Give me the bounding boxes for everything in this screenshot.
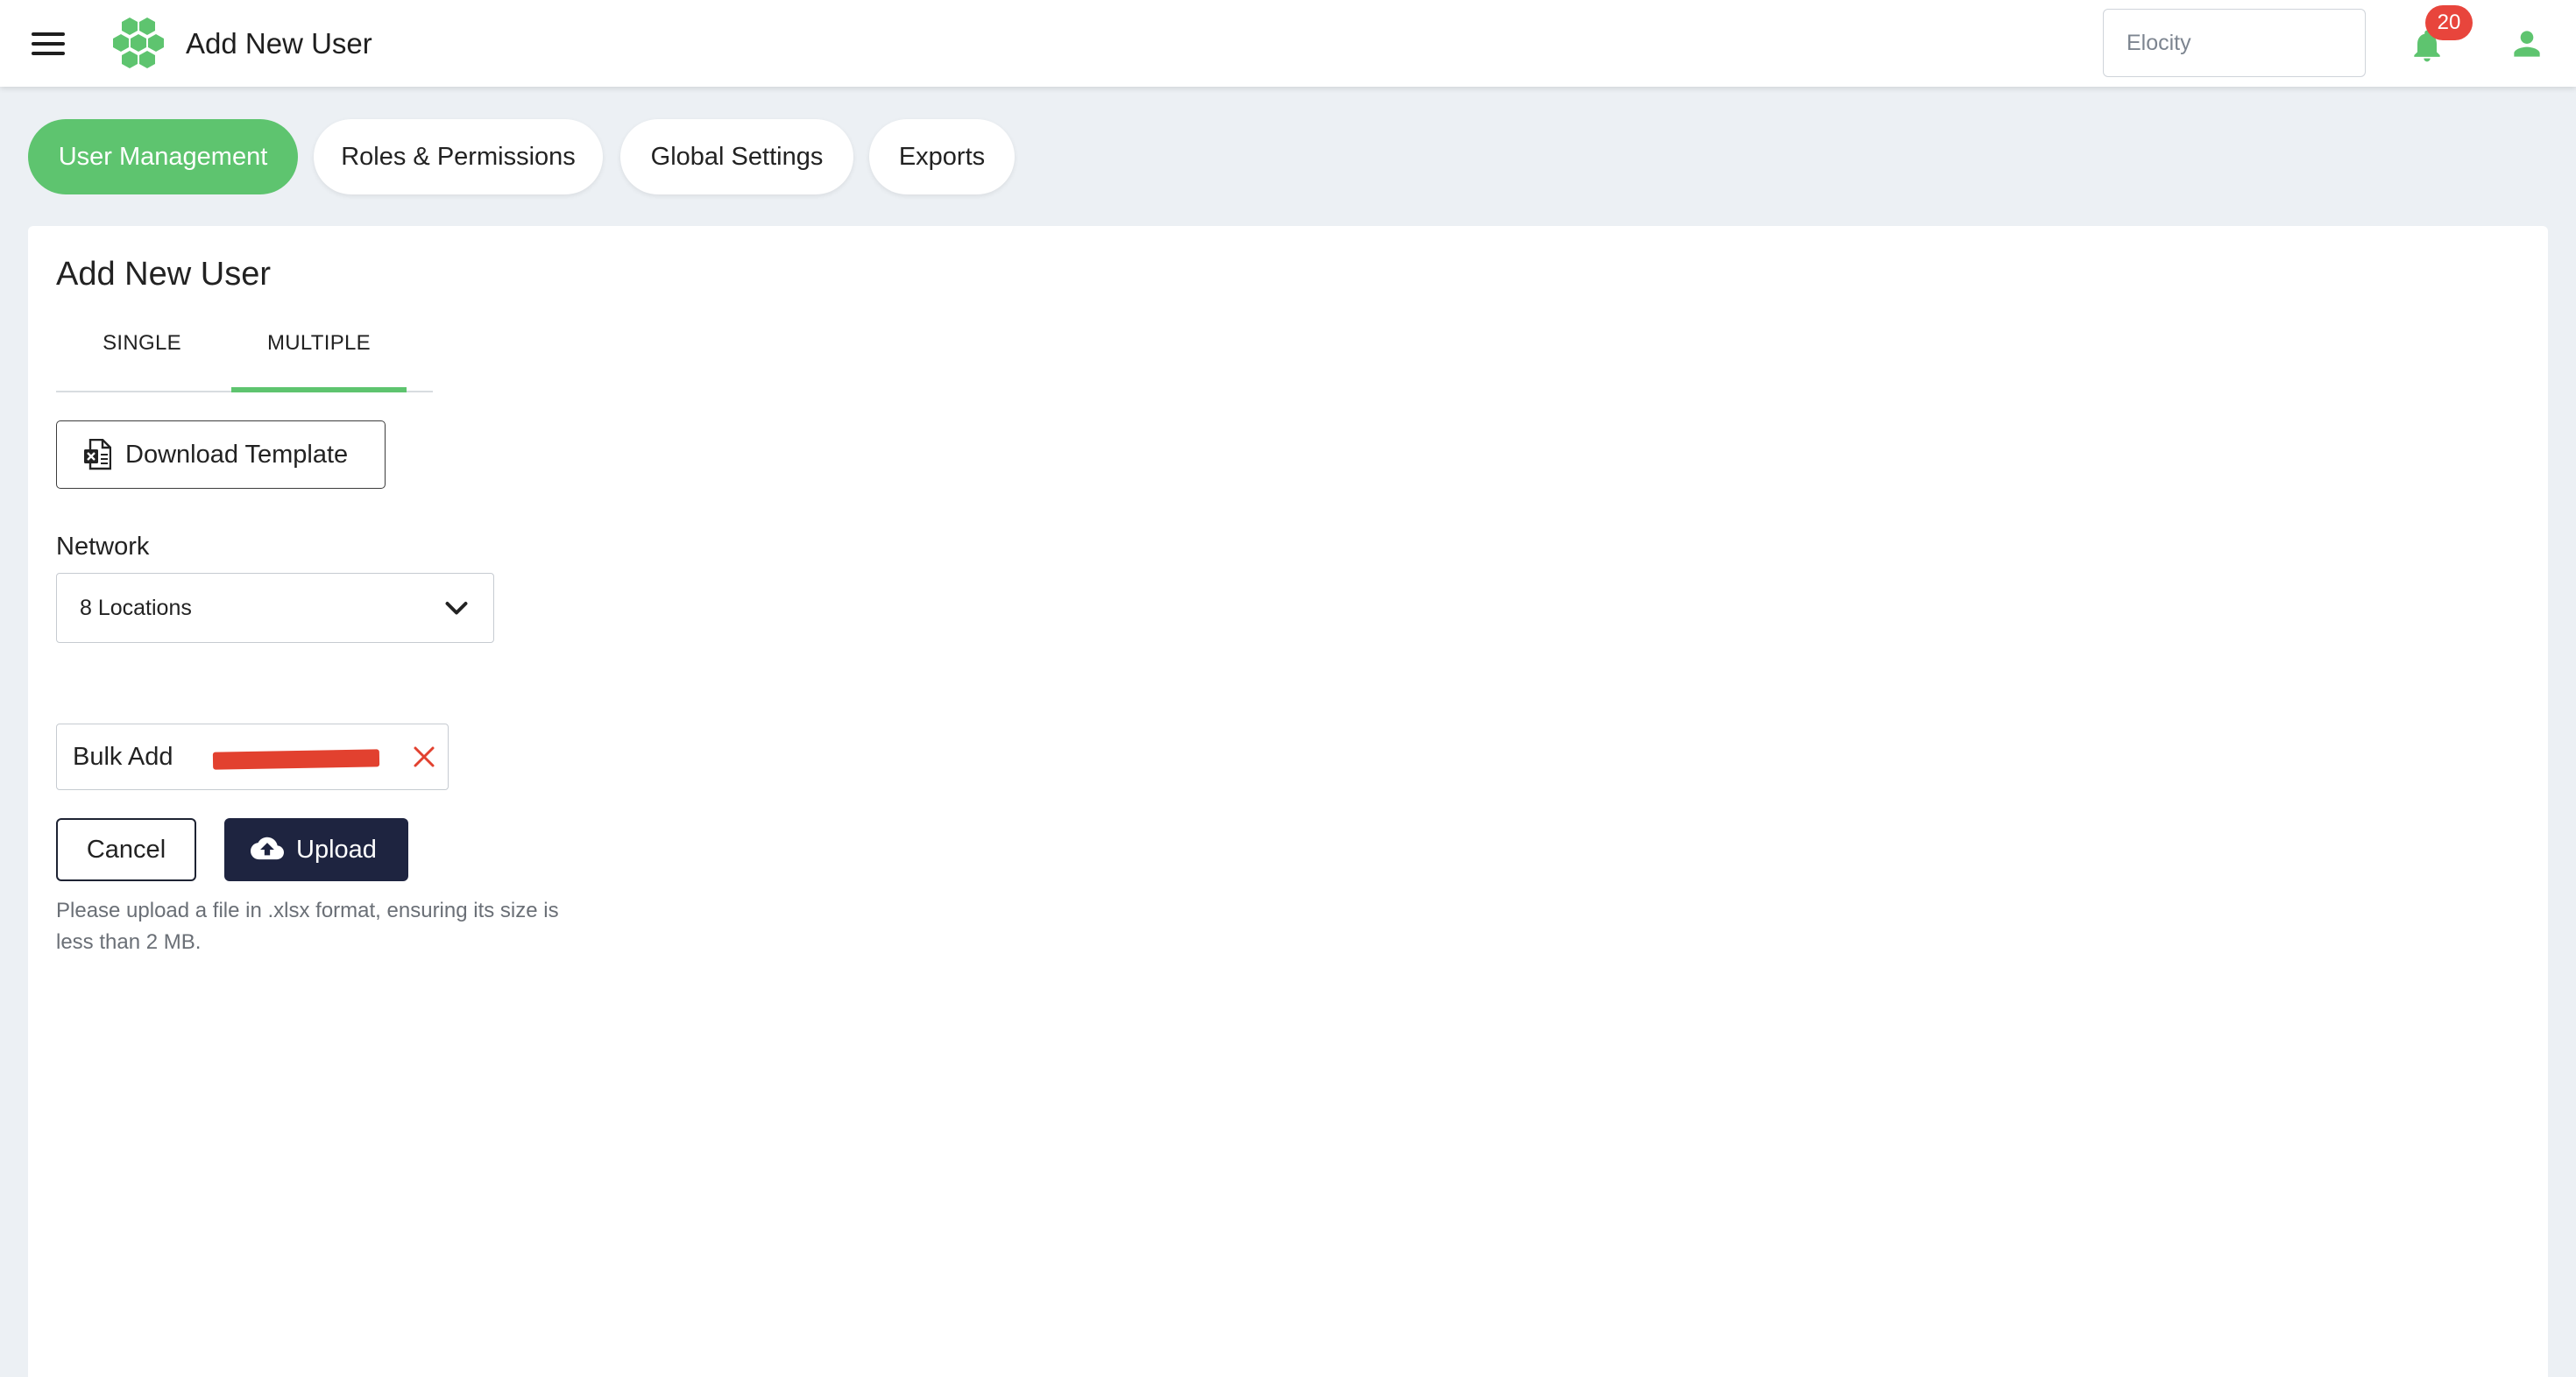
cloud-upload-icon bbox=[251, 837, 284, 860]
page-title: Add New User bbox=[186, 27, 372, 60]
cancel-button[interactable]: Cancel bbox=[56, 818, 196, 881]
tab-exports[interactable]: Exports bbox=[869, 119, 1015, 194]
selected-file-name: Bulk Add bbox=[73, 743, 173, 771]
user-icon[interactable] bbox=[2508, 25, 2546, 63]
top-bar: Add New User Elocity 20 bbox=[0, 0, 2576, 87]
tab-roles-permissions[interactable]: Roles & Permissions bbox=[314, 119, 603, 194]
selected-file-chip: Bulk Add bbox=[56, 724, 449, 790]
network-label: Network bbox=[56, 533, 150, 561]
close-icon[interactable] bbox=[411, 744, 437, 770]
tab-user-management[interactable]: User Management bbox=[28, 119, 298, 194]
notification-badge: 20 bbox=[2425, 5, 2473, 40]
app-logo-icon bbox=[113, 18, 164, 68]
add-user-card: Add New User SINGLE MULTIPLE Download Te… bbox=[28, 226, 2548, 1377]
upload-hint: Please upload a file in .xlsx format, en… bbox=[56, 899, 559, 954]
upload-button[interactable]: Upload bbox=[224, 818, 408, 881]
network-select[interactable]: 8 Locations bbox=[56, 573, 494, 643]
subtab-multiple[interactable]: MULTIPLE bbox=[231, 324, 407, 380]
card-title: Add New User bbox=[56, 256, 271, 293]
chevron-down-icon bbox=[445, 602, 468, 615]
upload-label: Upload bbox=[296, 836, 377, 864]
menu-icon[interactable] bbox=[32, 30, 67, 58]
download-template-button[interactable]: Download Template bbox=[56, 420, 386, 489]
excel-file-icon bbox=[84, 439, 111, 470]
tab-global-settings[interactable]: Global Settings bbox=[620, 119, 853, 194]
redaction-mark bbox=[212, 749, 380, 770]
subtab-single[interactable]: SINGLE bbox=[56, 324, 228, 380]
subtab-active-indicator bbox=[231, 387, 407, 392]
download-template-label: Download Template bbox=[125, 441, 349, 469]
network-select-value: 8 Locations bbox=[80, 596, 192, 620]
organization-select[interactable]: Elocity bbox=[2103, 9, 2366, 77]
